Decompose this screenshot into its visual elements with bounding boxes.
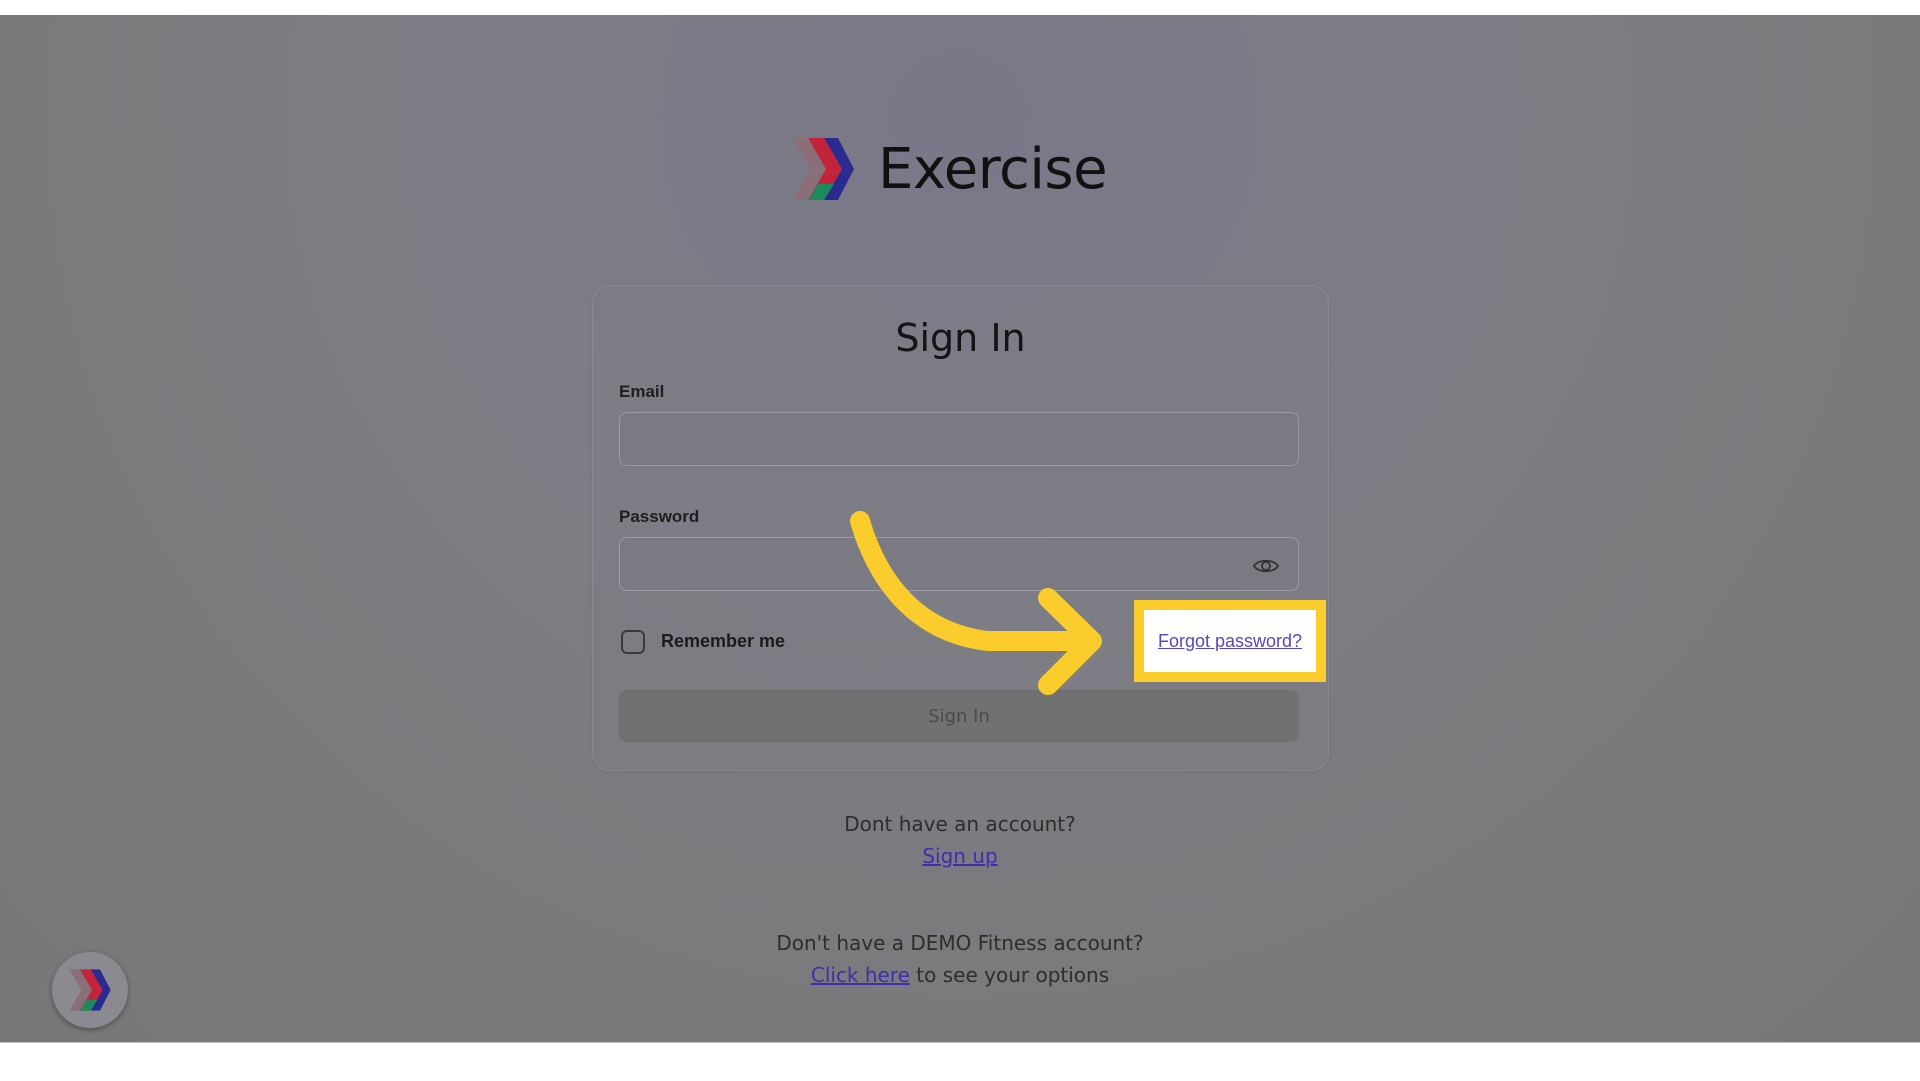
exercise-logo-icon (792, 138, 854, 200)
chat-widget-icon (69, 969, 111, 1011)
remember-me-label[interactable]: Remember me (661, 631, 785, 652)
card-title: Sign In (895, 316, 1026, 360)
forgot-password-highlight: Forgot password? (1134, 600, 1326, 682)
page-background: Exercise Sign In Email Password Remember… (0, 15, 1920, 1042)
email-label: Email (619, 382, 665, 401)
demo-options-line: Click here to see your options (0, 963, 1920, 987)
demo-click-here-link[interactable]: Click here (811, 963, 910, 987)
password-label: Password (619, 507, 700, 526)
brand-name: Exercise (878, 136, 1108, 202)
demo-prompt: Don't have a DEMO Fitness account? (776, 931, 1144, 955)
forgot-password-link[interactable]: Forgot password? (1158, 631, 1302, 652)
chat-widget-button[interactable] (52, 952, 128, 1028)
annotation-arrow-icon (850, 511, 1102, 695)
demo-options-suffix: to see your options (909, 963, 1110, 987)
eye-icon[interactable] (1253, 557, 1279, 575)
email-field[interactable] (619, 412, 1299, 466)
brand-header: Exercise (790, 135, 1108, 203)
signup-link[interactable]: Sign up (922, 844, 997, 868)
signup-prompt: Dont have an account? (844, 812, 1076, 836)
remember-me-checkbox[interactable] (621, 630, 645, 654)
bottom-strip (0, 1042, 1920, 1081)
